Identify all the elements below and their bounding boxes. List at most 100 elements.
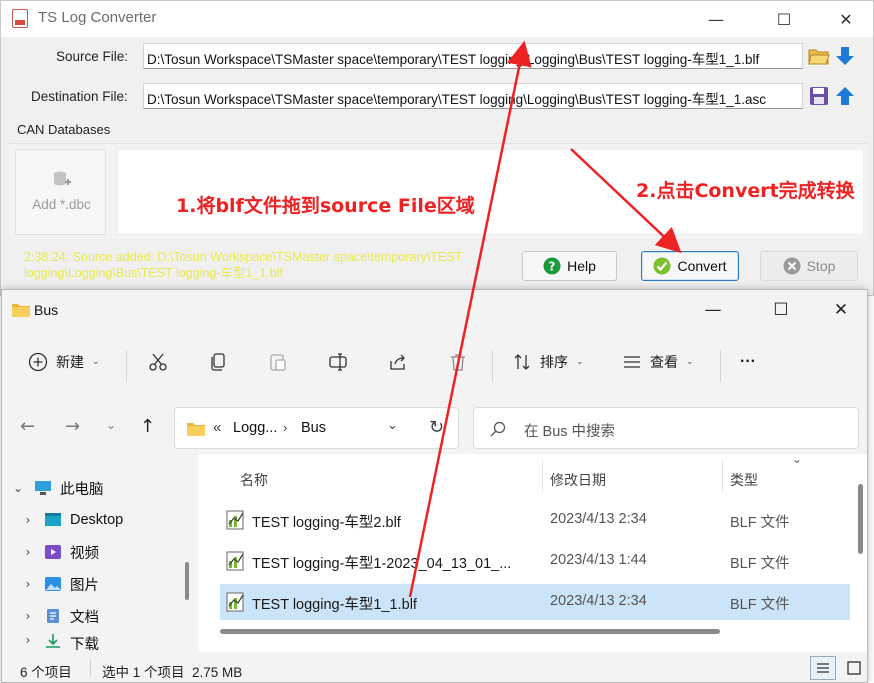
rename-icon[interactable] [328, 342, 348, 382]
file-type: BLF 文件 [730, 556, 790, 572]
tree-item-label: Desktop [70, 512, 124, 528]
nav-pane-scrollbar[interactable] [185, 562, 189, 600]
column-header-modified[interactable]: 修改日期 [550, 470, 606, 490]
folder-icon [12, 304, 30, 317]
video-icon [45, 545, 61, 559]
chevron-right-icon: › [25, 513, 31, 527]
add-dbc-button[interactable]: Add *.dbc [15, 149, 106, 235]
minimize-icon[interactable]: — [693, 5, 739, 33]
chevron-down-icon[interactable]: ⌄ [387, 418, 398, 433]
maximize-icon[interactable]: ☐ [761, 5, 807, 33]
column-divider[interactable] [722, 460, 723, 492]
view-label: 查看 [650, 354, 678, 370]
maximize-icon[interactable]: ☐ [758, 294, 804, 326]
view-icon [624, 356, 640, 368]
column-divider[interactable] [542, 460, 543, 492]
file-list-pane: 名称 修改日期 类型 ⌄ TEST logging-车型2.blf 2023/4… [198, 452, 867, 652]
blf-file-icon [226, 551, 244, 571]
stop-button[interactable]: Stop [760, 251, 858, 281]
window-title: TS Log Converter [38, 9, 157, 26]
vertical-scrollbar[interactable] [858, 484, 863, 554]
ts-log-converter-window: TS Log Converter — ☐ ✕ Source File: D:\T… [0, 0, 874, 296]
search-box[interactable]: 在 Bus 中搜索 [473, 407, 859, 449]
breadcrumb-overflow[interactable]: « [213, 419, 221, 436]
tree-item-downloads[interactable]: › 下载 [20, 633, 99, 651]
view-button[interactable]: 查看 ⌄ [622, 342, 694, 382]
details-view-icon[interactable] [810, 656, 836, 680]
selection-info: 选中 1 个项目 2.75 MB [102, 665, 243, 680]
column-header-type[interactable]: 类型 [730, 470, 758, 490]
tree-item-label: 图片 [70, 577, 99, 594]
convert-button[interactable]: Convert [641, 251, 739, 281]
file-type: BLF 文件 [730, 515, 790, 531]
documents-icon [47, 609, 59, 623]
back-arrow-icon[interactable]: ← [20, 416, 35, 437]
source-file-label: Source File: [56, 49, 129, 64]
tree-item-desktop[interactable]: › Desktop [20, 505, 124, 535]
refresh-icon[interactable]: ↻ [429, 417, 444, 438]
tree-item-this-pc[interactable]: ⌄ 此电脑 [10, 473, 104, 503]
file-modified: 2023/4/13 1:44 [550, 552, 647, 568]
open-folder-icon[interactable] [807, 44, 831, 68]
sort-button[interactable]: 排序 ⌄ [512, 342, 584, 382]
sort-label: 排序 [540, 354, 568, 370]
address-bar[interactable]: « Logg... › Bus ⌄ ↻ [174, 407, 459, 449]
explorer-status-bar: 6 个项目 选中 1 个项目 2.75 MB [2, 652, 867, 682]
arrow-down-icon[interactable] [833, 44, 857, 68]
delete-icon[interactable] [448, 342, 468, 382]
destination-file-input[interactable]: D:\Tosun Workspace\TSMaster space\tempor… [143, 83, 803, 109]
tree-item-label: 下载 [70, 637, 99, 651]
add-dbc-label: Add *.dbc [32, 197, 91, 212]
copy-icon[interactable] [208, 342, 228, 382]
navigation-pane: ⌄ 此电脑 › Desktop › 视频 › 图片 › 文档 › 下载 [2, 460, 198, 651]
search-icon [490, 421, 506, 437]
database-add-icon [54, 171, 71, 186]
tree-item-label: 此电脑 [60, 481, 104, 498]
breadcrumb-item[interactable]: Bus [301, 420, 326, 436]
breadcrumb-item[interactable]: Logg... [233, 420, 277, 436]
up-arrow-icon[interactable]: ↑ [140, 416, 155, 437]
close-icon[interactable]: ✕ [818, 294, 864, 326]
new-button[interactable]: 新建 ⌄ [28, 342, 100, 382]
destination-file-label: Destination File: [31, 89, 128, 104]
tree-item-pictures[interactable]: › 图片 [20, 569, 99, 599]
can-databases-label: CAN Databases [17, 122, 111, 137]
file-name: TEST logging-车型2.blf [252, 515, 401, 531]
tree-item-videos[interactable]: › 视频 [20, 537, 99, 567]
svg-text:?: ? [549, 260, 556, 274]
file-name: TEST logging-车型1-2023_04_13_01_... [252, 556, 512, 572]
share-icon[interactable] [388, 342, 408, 382]
search-placeholder: 在 Bus 中搜索 [524, 424, 616, 440]
large-icons-view-icon[interactable] [842, 656, 866, 680]
minimize-icon[interactable]: — [690, 294, 736, 326]
close-icon[interactable]: ✕ [823, 5, 869, 33]
chevron-down-icon: ⌄ [576, 357, 584, 367]
item-count: 6 个项目 [20, 665, 72, 680]
more-options-button[interactable]: ··· [740, 342, 756, 382]
horizontal-scrollbar[interactable] [220, 629, 720, 634]
save-icon[interactable] [807, 84, 831, 108]
new-label: 新建 [56, 354, 84, 370]
tree-item-label: 文档 [70, 609, 99, 626]
cut-icon[interactable] [148, 342, 168, 382]
paste-icon[interactable] [268, 342, 288, 382]
pc-icon [35, 481, 51, 495]
chevron-right-icon: › [25, 609, 31, 623]
folder-icon [187, 423, 205, 436]
forward-arrow-icon[interactable]: → [65, 416, 80, 437]
help-button[interactable]: ? Help [522, 251, 617, 281]
chevron-right-icon: › [25, 545, 31, 559]
tree-item-documents[interactable]: › 文档 [20, 601, 99, 631]
column-header-name[interactable]: 名称 [240, 470, 268, 490]
recent-locations-chevron-icon[interactable]: ⌄ [106, 418, 116, 432]
pictures-icon [45, 577, 61, 591]
file-row-selected[interactable]: TEST logging-车型1_1.blf 2023/4/13 2:34 BL… [220, 584, 850, 620]
title-bar: TS Log Converter — ☐ ✕ [1, 1, 873, 37]
file-row[interactable]: TEST logging-车型2.blf 2023/4/13 2:34 BLF … [220, 502, 850, 538]
file-row[interactable]: TEST logging-车型1-2023_04_13_01_... 2023/… [220, 543, 850, 579]
chevron-right-icon: › [25, 577, 31, 591]
check-icon [653, 257, 671, 275]
source-file-input[interactable]: D:\Tosun Workspace\TSMaster space\tempor… [143, 43, 803, 69]
arrow-up-icon[interactable] [833, 84, 857, 108]
file-modified: 2023/4/13 2:34 [550, 593, 647, 609]
